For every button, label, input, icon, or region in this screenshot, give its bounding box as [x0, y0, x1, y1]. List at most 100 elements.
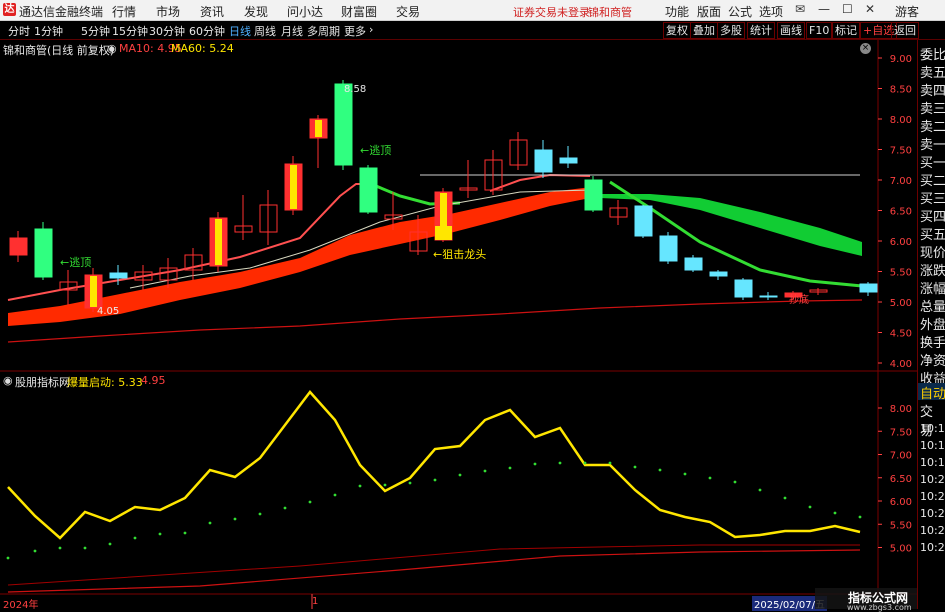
quote-label-sell1: 卖一: [920, 138, 945, 153]
sub-tick-label: 5.50: [890, 520, 912, 531]
title-bar: 达 通达信金融终端 行情 市场 资讯 发现 问小达 财富圈 交易 证券交易未登录…: [0, 0, 945, 21]
signal-dot: [33, 549, 37, 553]
ma60-label: MA60: 5.24: [171, 42, 234, 55]
menu-xuanxiang[interactable]: 选项: [759, 3, 783, 20]
price-tick-label: 7.00: [890, 176, 912, 187]
signal-dot: [308, 500, 312, 504]
menu-banmian[interactable]: 版面: [697, 3, 721, 20]
high-price-label: 8.58: [344, 84, 366, 95]
quote-label-weibi: 委比: [920, 48, 945, 63]
menu-shichang[interactable]: 市场: [156, 3, 180, 20]
signal-dot: [108, 542, 112, 546]
tab-1min[interactable]: 1分钟: [34, 23, 63, 39]
signal-dot: [483, 469, 487, 473]
candlestick: [9, 237, 28, 256]
guest-label[interactable]: 游客: [895, 3, 919, 20]
quote-label-price: 现价: [920, 246, 945, 261]
quote-label-turnover: 换手: [920, 336, 945, 351]
signal-dot: [858, 515, 862, 519]
menu-zixun[interactable]: 资讯: [200, 3, 224, 20]
signal-dot: [233, 517, 237, 521]
signal-dot: [508, 466, 512, 470]
close-indicator-icon[interactable]: ×: [860, 43, 871, 54]
signal-dot: [833, 511, 837, 515]
signal-dot: [258, 512, 262, 516]
trade-time: 10:19: [920, 439, 945, 452]
restore-icon[interactable]: ☐: [842, 2, 853, 16]
signal-stripe: [290, 165, 297, 209]
signal-dot: [83, 546, 87, 550]
close-icon[interactable]: ✕: [865, 2, 875, 16]
candlestick: [109, 272, 128, 279]
setting-icon[interactable]: ◉: [107, 42, 117, 55]
quote-label-buy1: 买一: [920, 156, 945, 171]
app-title: 通达信金融终端: [19, 5, 104, 19]
price-tick-label: 8.50: [890, 85, 912, 96]
candlestick: [859, 283, 878, 293]
tool-huaxian[interactable]: 画线: [777, 22, 805, 39]
signal-dot: [783, 496, 787, 500]
signal-dot: [633, 465, 637, 469]
sub-base-line-red: [7, 549, 861, 593]
mail-icon[interactable]: ✉: [795, 2, 805, 16]
price-tick-label: 9.00: [890, 54, 912, 65]
quote-label-sell2: 卖二: [920, 120, 945, 135]
price-tick-label: 7.50: [890, 146, 912, 157]
menu-gongneng[interactable]: 功能: [665, 3, 689, 20]
tool-back[interactable]: 返回: [891, 22, 919, 39]
tool-duogu[interactable]: 多股: [717, 22, 745, 39]
candlestick: [734, 279, 753, 298]
sub-tick-label: 8.00: [890, 404, 912, 415]
chevron-right-icon[interactable]: ›: [369, 23, 373, 36]
menu-jiaoyi[interactable]: 交易: [396, 3, 420, 20]
signal-dot: [208, 521, 212, 525]
tool-fuquan[interactable]: 复权: [663, 22, 691, 39]
minimize-icon[interactable]: —: [818, 2, 830, 16]
watermark-url: www.zbgs3.com: [847, 603, 912, 612]
sub-indicator-name: 股朋指标网: [15, 376, 70, 389]
sub-tick-label: 6.00: [890, 497, 912, 508]
quote-label-sell4: 卖四: [920, 84, 945, 99]
menu-gongshi[interactable]: 公式: [728, 3, 752, 20]
candlestick: [659, 235, 678, 262]
tool-diejia[interactable]: 叠加: [690, 22, 718, 39]
tab-30min[interactable]: 30分钟: [149, 23, 185, 39]
menu-caifuquan[interactable]: 财富圈: [341, 3, 377, 20]
signal-dot: [358, 484, 362, 488]
tab-weekly[interactable]: 周线: [254, 23, 276, 39]
menu-faxian[interactable]: 发现: [244, 3, 268, 20]
signal-dot: [808, 505, 812, 509]
dragon-signal-label: ←狙击龙头: [433, 248, 486, 261]
signal-dot: [758, 488, 762, 492]
login-status[interactable]: 证券交易未登录: [513, 4, 590, 20]
tool-tongji[interactable]: 统计: [747, 22, 775, 39]
auto-section-tab[interactable]: 自动: [918, 383, 945, 402]
tool-f10[interactable]: F10: [806, 22, 833, 39]
signal-dot: [58, 546, 62, 550]
tab-15min[interactable]: 15分钟: [112, 23, 148, 39]
low-price-label: 4.05: [97, 306, 119, 317]
signal-dot: [608, 461, 612, 465]
sub-tick-label: 6.50: [890, 474, 912, 485]
candlestick: [559, 157, 578, 164]
trade-time: 10:20: [920, 524, 945, 537]
signal-dot: [683, 472, 687, 476]
signal-dot: [6, 556, 10, 560]
tab-daily[interactable]: 日线: [229, 23, 251, 39]
tab-60min[interactable]: 60分钟: [189, 23, 225, 39]
tool-biaoji[interactable]: 标记: [832, 22, 860, 39]
kline-chart[interactable]: 9.00 8.50 8.00 7.50 7.00 6.50 6.00 5.50 5.00 4.50…: [0, 40, 917, 609]
tab-multi-period[interactable]: 多周期: [307, 23, 340, 39]
sub-setting-icon[interactable]: ◉: [3, 374, 13, 387]
tab-monthly[interactable]: 月线: [281, 23, 303, 39]
menu-hangqing[interactable]: 行情: [112, 3, 136, 20]
tab-more[interactable]: 更多: [344, 23, 366, 39]
price-tick-label: 5.00: [890, 298, 912, 309]
tab-5min[interactable]: 5分钟: [81, 23, 110, 39]
menu-wenxiaoda[interactable]: 问小达: [287, 3, 323, 20]
escape-top-label-1: ←逃顶: [60, 256, 91, 269]
time-axis-mid: 1: [312, 596, 319, 607]
quote-label-netasset: 净资: [920, 354, 945, 369]
tab-fenshi[interactable]: 分时: [8, 23, 30, 39]
signal-label: 爆量启动: 5.33: [67, 376, 143, 389]
